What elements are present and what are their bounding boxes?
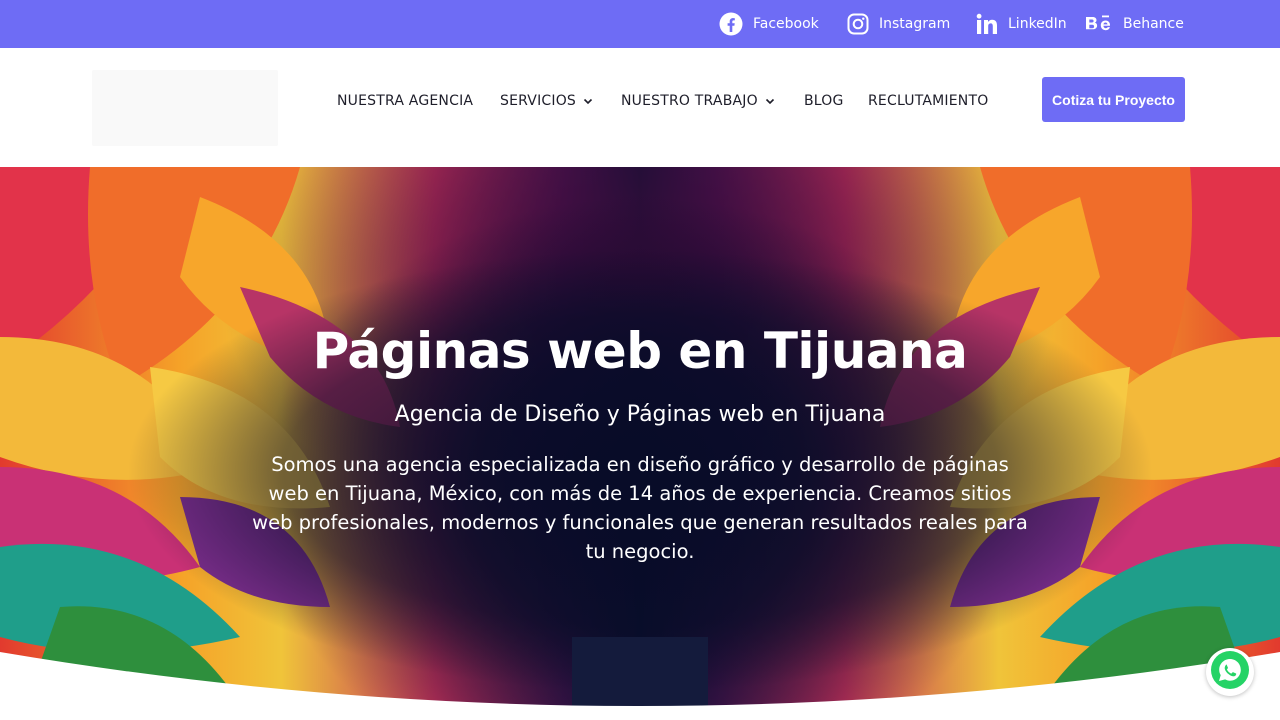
- chevron-down-icon: [764, 95, 776, 107]
- whatsapp-icon: [1209, 649, 1251, 695]
- behance-link[interactable]: Behance: [1085, 0, 1184, 48]
- hero-curve-divider: [0, 652, 1280, 720]
- instagram-icon: [847, 13, 869, 35]
- linkedin-label: LinkedIn: [1008, 16, 1067, 32]
- whatsapp-button[interactable]: [1206, 648, 1254, 696]
- facebook-icon: [719, 12, 743, 36]
- nav-label: RECLUTAMIENTO: [868, 93, 989, 109]
- instagram-label: Instagram: [879, 16, 951, 32]
- site-logo[interactable]: [92, 70, 278, 146]
- linkedin-link[interactable]: LinkedIn: [976, 0, 1067, 48]
- nav-label: SERVICIOS: [500, 93, 577, 109]
- hero-description: Somos una agencia especializada en diseñ…: [252, 453, 1028, 563]
- linkedin-icon: [976, 13, 998, 35]
- nav-nuestra-agencia[interactable]: NUESTRA AGENCIA: [337, 48, 473, 154]
- nav-blog[interactable]: BLOG: [804, 48, 844, 154]
- cotiza-proyecto-button[interactable]: Cotiza tu Proyecto: [1042, 77, 1185, 122]
- facebook-link[interactable]: Facebook: [719, 0, 819, 48]
- nav-label: NUESTRO TRABAJO: [621, 93, 758, 109]
- behance-icon: [1085, 14, 1113, 34]
- hero-subtitle: Agencia de Diseño y Páginas web en Tijua…: [394, 402, 886, 427]
- nav-servicios[interactable]: SERVICIOS: [500, 48, 594, 154]
- site-header: NUESTRA AGENCIA SERVICIOS NUESTRO TRABAJ…: [0, 48, 1280, 167]
- nav-label: BLOG: [804, 93, 844, 109]
- instagram-link[interactable]: Instagram: [847, 0, 950, 48]
- behance-label: Behance: [1123, 16, 1184, 32]
- nav-nuestro-trabajo[interactable]: NUESTRO TRABAJO: [621, 48, 776, 154]
- chevron-down-icon: [582, 95, 594, 107]
- hero-title: Páginas web en Tijuana: [312, 322, 968, 380]
- nav-reclutamiento[interactable]: RECLUTAMIENTO: [868, 48, 988, 154]
- social-bar: Facebook Instagram LinkedIn Behance: [0, 0, 1280, 48]
- hero-section: Páginas web en Tijuana Agencia de Diseño…: [0, 167, 1280, 720]
- nav-label: NUESTRA AGENCIA: [337, 93, 474, 109]
- facebook-label: Facebook: [753, 16, 819, 32]
